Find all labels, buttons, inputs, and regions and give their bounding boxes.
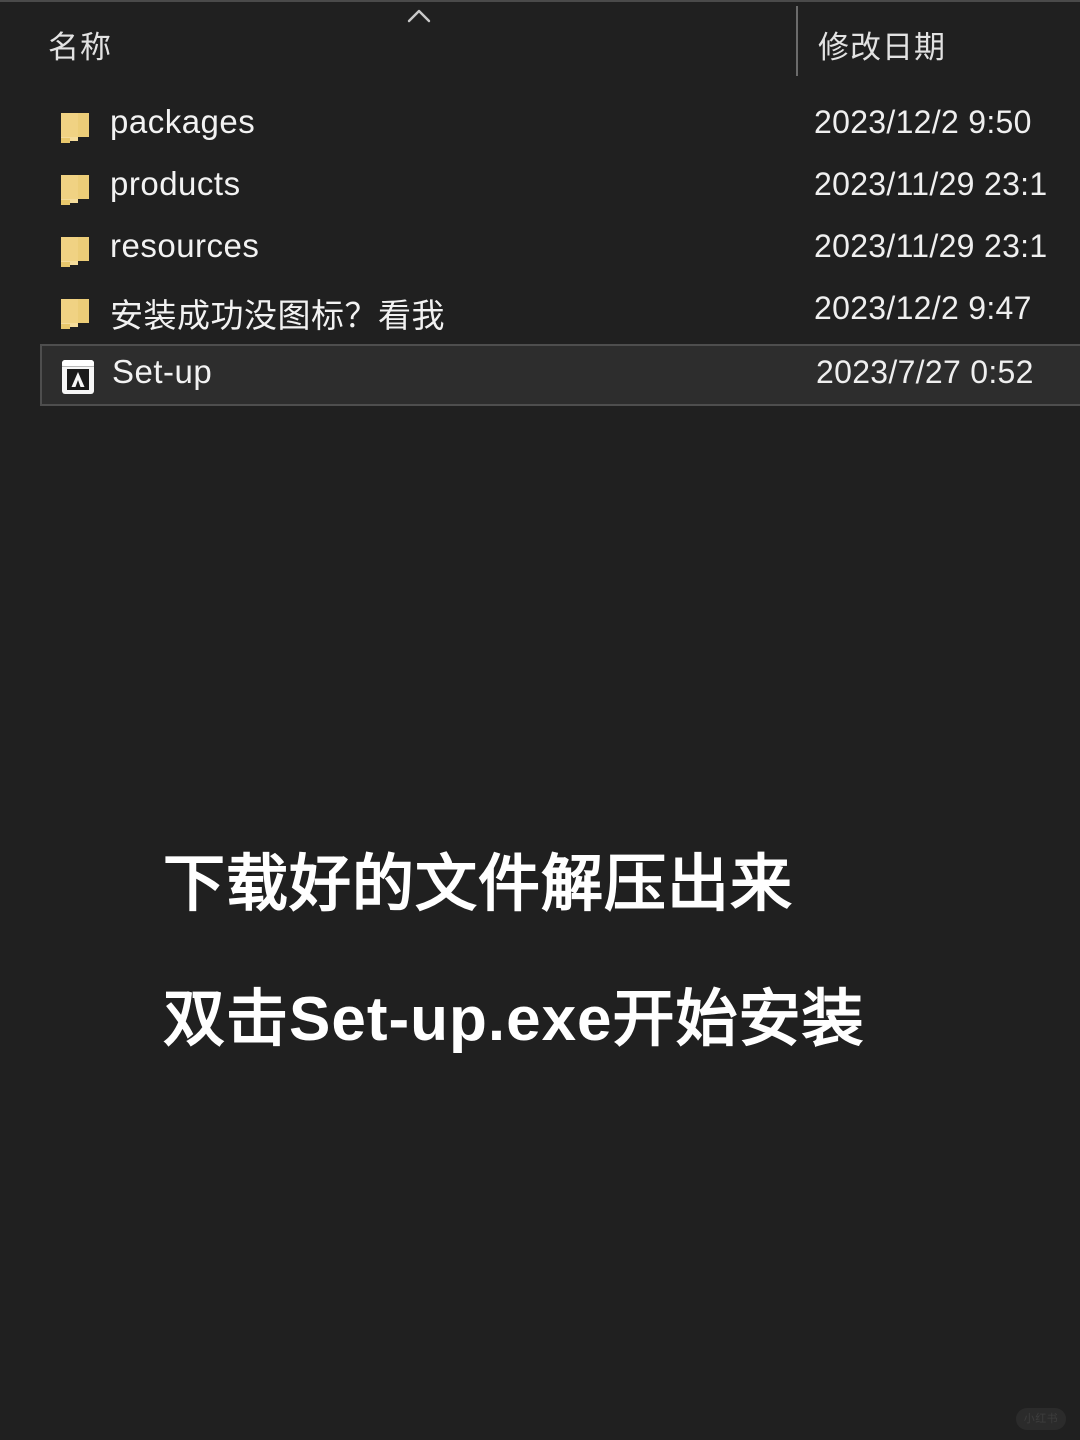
folder-icon — [56, 293, 96, 333]
file-row[interactable]: resources 2023/11/29 23:1 — [0, 220, 1080, 282]
file-explorer-screenshot: 名称 修改日期 packages 2023/12/2 9:50 products 20… — [0, 0, 1080, 1440]
file-list: packages 2023/12/2 9:50 products 2023/11/29… — [0, 96, 1080, 406]
file-date-modified: 2023/12/2 9:47 — [814, 290, 1032, 326]
watermark-badge: 小红书 — [1016, 1408, 1066, 1430]
column-divider[interactable] — [796, 6, 798, 76]
column-header-row: 名称 修改日期 — [0, 2, 1080, 76]
adobe-installer-icon — [58, 357, 98, 397]
file-name: products — [110, 165, 241, 202]
chevron-up-icon[interactable] — [405, 6, 433, 26]
caption-overlay: 下载好的文件解压出来 双击Set-up.exe开始安装 — [163, 848, 1043, 1056]
file-name: resources — [110, 227, 260, 264]
file-date-modified: 2023/7/27 0:52 — [816, 354, 1034, 390]
caption-line-1: 下载好的文件解压出来 — [163, 850, 794, 919]
file-name: 安装成功没图标？看我 — [110, 297, 445, 334]
folder-icon — [56, 169, 96, 209]
file-name: Set-up — [112, 353, 213, 390]
column-header-date-modified[interactable]: 修改日期 — [818, 22, 946, 67]
file-row[interactable]: packages 2023/12/2 9:50 — [0, 96, 1080, 158]
column-header-name[interactable]: 名称 — [48, 22, 112, 67]
file-date-modified: 2023/12/2 9:50 — [814, 104, 1032, 140]
caption-line-2: 双击Set-up.exe开始安装 — [163, 985, 865, 1055]
folder-icon — [56, 231, 96, 271]
file-date-modified: 2023/11/29 23:1 — [814, 166, 1048, 202]
file-date-modified: 2023/11/29 23:1 — [814, 228, 1048, 264]
folder-icon — [56, 107, 96, 147]
file-row[interactable]: 安装成功没图标？看我 2023/12/2 9:47 — [0, 282, 1080, 344]
file-row[interactable]: Set-up 2023/7/27 0:52 — [40, 344, 1080, 406]
file-row[interactable]: products 2023/11/29 23:1 — [0, 158, 1080, 220]
file-name: packages — [110, 103, 256, 140]
